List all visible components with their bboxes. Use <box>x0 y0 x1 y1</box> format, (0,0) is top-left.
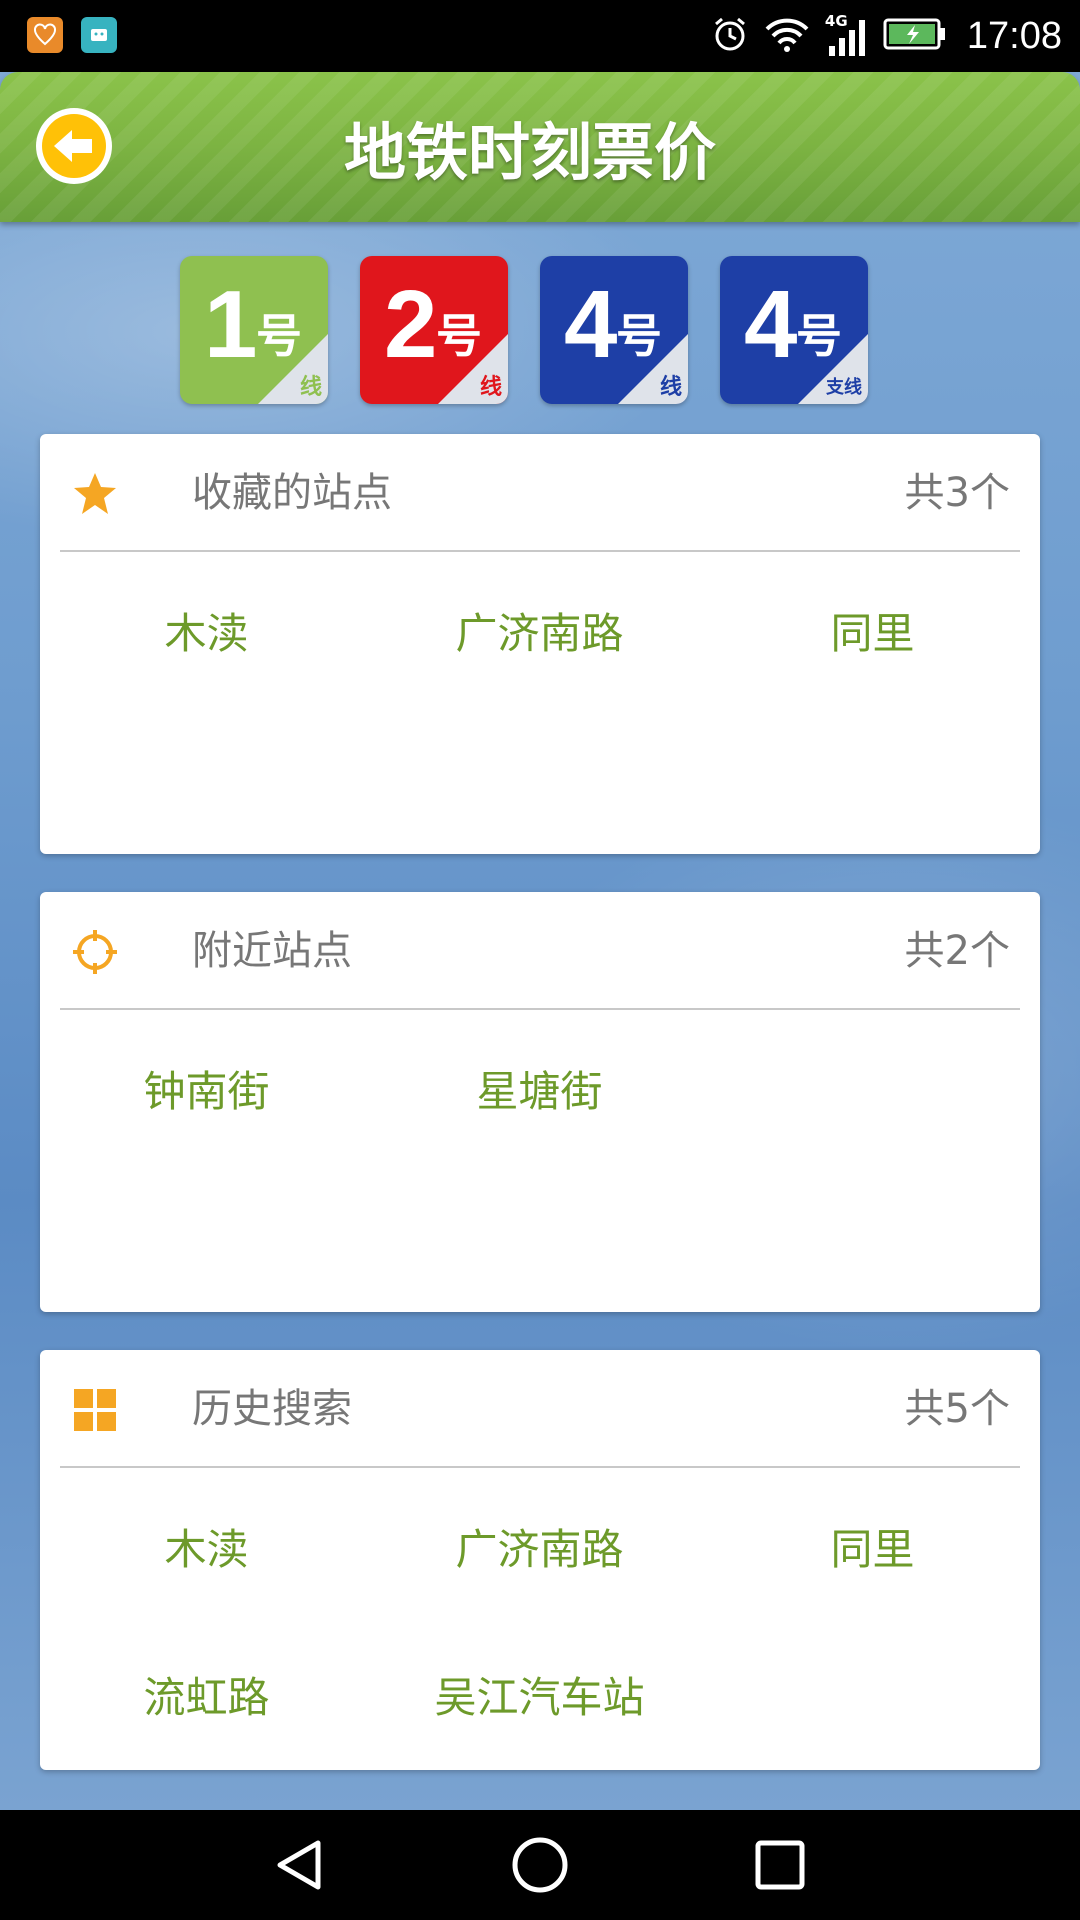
station-grid: 木渎 广济南路 同里 <box>40 556 1040 704</box>
title-bar: 地铁时刻票价 <box>0 72 1080 222</box>
grid-icon <box>74 1389 116 1431</box>
line-number: 2 <box>384 271 438 378</box>
navigation-bar <box>0 1810 1080 1920</box>
line-selector: 1 号 线 2 号 线 4 号 线 4 号 支线 <box>180 256 868 404</box>
status-time: 17:08 <box>966 14 1062 57</box>
card-title: 收藏的站点 <box>192 470 392 516</box>
card-header: 附近站点 共2个 <box>60 892 1020 1010</box>
health-app-icon <box>27 17 63 53</box>
line-4-branch-button[interactable]: 4 号 支线 <box>720 256 868 404</box>
station-item[interactable]: 木渎 <box>40 556 373 704</box>
wifi-icon <box>763 15 811 57</box>
app-content: 地铁时刻票价 1 号 线 2 号 线 4 号 线 4 号 支线 收藏的站点 共3… <box>0 72 1080 1810</box>
card-title: 附近站点 <box>192 928 352 974</box>
station-item[interactable]: 吴江汽车站 <box>373 1620 706 1768</box>
line-2-button[interactable]: 2 号 线 <box>360 256 508 404</box>
line-sub: 线 <box>299 375 322 400</box>
station-item[interactable]: 钟南街 <box>40 1014 373 1162</box>
line-1-button[interactable]: 1 号 线 <box>180 256 328 404</box>
station-grid: 钟南街 星塘街 <box>40 1014 1040 1162</box>
line-sub: 线 <box>659 375 682 400</box>
card-count: 共5个 <box>904 1386 1010 1432</box>
back-triangle-icon[interactable] <box>270 1835 330 1895</box>
station-item[interactable]: 星塘街 <box>373 1014 706 1162</box>
page-title: 地铁时刻票价 <box>343 116 716 189</box>
card-header: 历史搜索 共5个 <box>60 1350 1020 1468</box>
station-item[interactable]: 木渎 <box>40 1472 373 1620</box>
station-item[interactable]: 广济南路 <box>373 556 706 704</box>
card-header: 收藏的站点 共3个 <box>60 434 1020 552</box>
line-number: 1 <box>204 271 258 378</box>
line-sub: 线 <box>479 375 502 400</box>
nearby-card: 附近站点 共2个 钟南街 星塘街 <box>40 892 1040 1312</box>
android-app-icon <box>81 17 117 53</box>
favorites-card: 收藏的站点 共3个 木渎 广济南路 同里 <box>40 434 1040 854</box>
station-grid: 木渎 广济南路 同里 流虹路 吴江汽车站 <box>40 1472 1040 1768</box>
line-4-button[interactable]: 4 号 线 <box>540 256 688 404</box>
status-bar: 4G 17:08 <box>0 0 1080 72</box>
station-item[interactable]: 同里 <box>706 556 1039 704</box>
location-target-icon <box>73 930 117 974</box>
line-sub: 支线 <box>826 377 862 398</box>
signal-icon: 4G <box>825 12 869 58</box>
station-item[interactable]: 流虹路 <box>40 1620 373 1768</box>
station-item[interactable]: 广济南路 <box>373 1472 706 1620</box>
history-card: 历史搜索 共5个 木渎 广济南路 同里 流虹路 吴江汽车站 <box>40 1350 1040 1770</box>
card-count: 共3个 <box>904 470 1010 516</box>
alarm-icon <box>711 15 749 57</box>
card-title: 历史搜索 <box>192 1386 352 1432</box>
star-icon <box>74 473 116 514</box>
line-number: 4 <box>744 271 798 378</box>
station-item[interactable]: 同里 <box>706 1472 1039 1620</box>
line-number: 4 <box>564 271 618 378</box>
home-circle-icon[interactable] <box>510 1835 570 1895</box>
battery-charging-icon <box>883 17 947 55</box>
recents-square-icon[interactable] <box>750 1835 810 1895</box>
card-count: 共2个 <box>904 928 1010 974</box>
